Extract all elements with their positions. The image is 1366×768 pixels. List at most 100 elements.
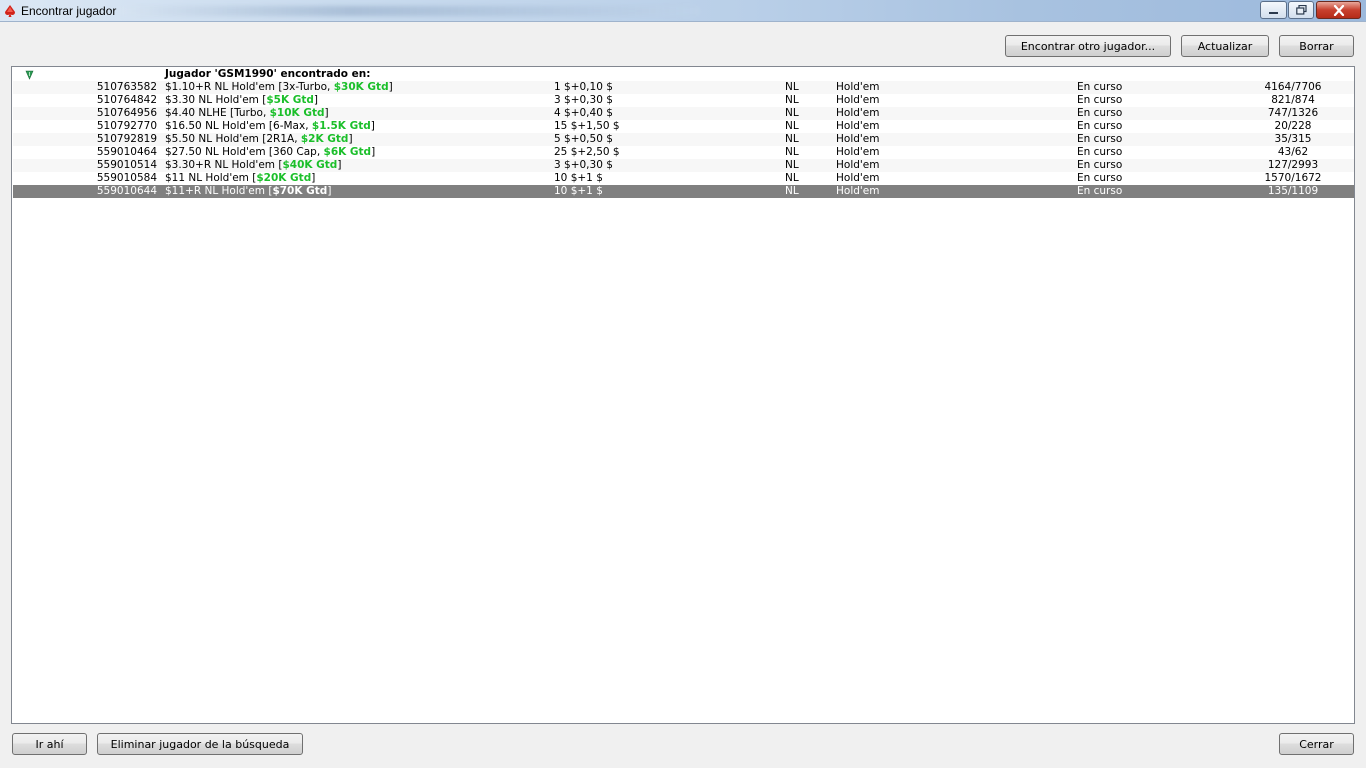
limit-type: NL <box>785 133 799 145</box>
guarantee-amount: $20K Gtd <box>256 172 312 184</box>
tournament-name-text: $11+R NL Hold'em [ <box>165 185 273 197</box>
guarantee-amount: $5K Gtd <box>266 94 314 106</box>
player-count: 127/2993 <box>1267 159 1319 171</box>
table-row[interactable]: 510763582 1 $+0,10 $ NL Hold'em En curso 4164… <box>13 81 1354 94</box>
game-type: Hold'em <box>836 159 880 171</box>
maximize-button[interactable] <box>1288 1 1314 19</box>
table-row[interactable]: 559010464 25 $+2,50 $ NL Hold'em En curso 43/… <box>13 146 1354 159</box>
guarantee-amount: $1.5K Gtd <box>311 120 371 132</box>
collapse-triangle-icon[interactable] <box>25 70 34 80</box>
tournament-name-suffix: ] <box>313 94 319 106</box>
buy-in: 25 $+2,50 $ <box>554 146 620 158</box>
table-row[interactable]: 510764842 3 $+0,30 $ NL Hold'em En curso 821/… <box>13 94 1354 107</box>
table-row[interactable]: 559010644 10 $+1 $ NL Hold'em En curso 135/11… <box>13 185 1354 198</box>
pokerstars-logo-icon <box>5 5 15 17</box>
game-type: Hold'em <box>836 133 880 145</box>
list-header-row[interactable]: Jugador 'GSM1990' encontrado en: <box>13 68 1354 81</box>
limit-type: NL <box>785 81 799 93</box>
player-count: 20/228 <box>1274 120 1312 132</box>
tournament-id: 510764842 <box>96 94 157 106</box>
tournament-status: En curso <box>1077 172 1123 184</box>
guarantee-amount: $30K Gtd <box>333 81 389 93</box>
table-row[interactable]: 559010584 10 $+1 $ NL Hold'em En curso 1570/1… <box>13 172 1354 185</box>
tournament-id: 510763582 <box>96 81 157 93</box>
guarantee-amount: $2K Gtd <box>300 133 349 145</box>
find-other-player-button[interactable]: Encontrar otro jugador... <box>1005 35 1171 57</box>
tournament-name: $27.50 NL Hold'em [360 Cap, $6K Gtd] <box>165 146 375 159</box>
limit-type: NL <box>785 146 799 158</box>
found-tournaments-list[interactable]: Jugador 'GSM1990' encontrado en: 5107635… <box>11 66 1355 724</box>
limit-type: NL <box>785 94 799 106</box>
refresh-button[interactable]: Actualizar <box>1181 35 1269 57</box>
player-count: 1570/1672 <box>1264 172 1322 184</box>
limit-type: NL <box>785 107 799 119</box>
tournament-id: 510792819 <box>96 133 157 145</box>
tournament-name-text: $1.10+R NL Hold'em [3x-Turbo, <box>165 81 334 93</box>
tournament-name: $16.50 NL Hold'em [6-Max, $1.5K Gtd] <box>165 120 375 133</box>
minimize-icon <box>1269 11 1278 14</box>
tournament-id: 559010584 <box>96 172 157 184</box>
buy-in: 10 $+1 $ <box>554 172 603 184</box>
tournament-id: 510792770 <box>96 120 157 132</box>
tournament-name-text: $4.40 NLHE [Turbo, <box>165 107 270 119</box>
player-count: 821/874 <box>1271 94 1315 106</box>
player-count: 747/1326 <box>1267 107 1319 119</box>
tournament-id: 559010464 <box>96 146 157 158</box>
tournament-id: 510764956 <box>96 107 157 119</box>
tournament-status: En curso <box>1077 107 1123 119</box>
remove-player-button[interactable]: Eliminar jugador de la búsqueda <box>97 733 303 755</box>
tournament-name: $3.30 NL Hold'em [$5K Gtd] <box>165 94 318 107</box>
guarantee-amount: $10K Gtd <box>269 107 325 119</box>
tournament-status: En curso <box>1077 133 1123 145</box>
tournament-name-text: $5.50 NL Hold'em [2R1A, <box>165 133 301 145</box>
game-type: Hold'em <box>836 81 880 93</box>
buy-in: 3 $+0,30 $ <box>554 159 613 171</box>
clear-button[interactable]: Borrar <box>1279 35 1354 57</box>
go-there-button[interactable]: Ir ahí <box>12 733 87 755</box>
tournament-name: $1.10+R NL Hold'em [3x-Turbo, $30K Gtd] <box>165 81 393 94</box>
title-bar[interactable]: Encontrar jugador <box>0 0 1366 22</box>
player-count: 35/315 <box>1274 133 1312 145</box>
guarantee-amount: $70K Gtd <box>272 185 328 197</box>
tournament-status: En curso <box>1077 81 1123 93</box>
buy-in: 3 $+0,30 $ <box>554 94 613 106</box>
table-row[interactable]: 510792819 5 $+0,50 $ NL Hold'em En curso 35/3… <box>13 133 1354 146</box>
window-title: Encontrar jugador <box>21 4 117 18</box>
game-type: Hold'em <box>836 146 880 158</box>
tournament-name-suffix: ] <box>370 120 375 132</box>
table-row[interactable]: 559010514 3 $+0,30 $ NL Hold'em En curso 127/… <box>13 159 1354 172</box>
guarantee-amount: $40K Gtd <box>282 159 338 171</box>
buy-in: 5 $+0,50 $ <box>554 133 613 145</box>
buy-in: 15 $+1,50 $ <box>554 120 620 132</box>
game-type: Hold'em <box>836 94 880 106</box>
tournament-name: $5.50 NL Hold'em [2R1A, $2K Gtd] <box>165 133 353 146</box>
table-row[interactable]: 510764956 4 $+0,40 $ NL Hold'em En curso 747/… <box>13 107 1354 120</box>
tournament-name-suffix: ] <box>388 81 393 93</box>
tournament-name-text: $3.30 NL Hold'em [ <box>165 94 267 106</box>
tournament-name: $4.40 NLHE [Turbo, $10K Gtd] <box>165 107 329 120</box>
tournament-name-text: $16.50 NL Hold'em [6-Max, <box>165 120 312 132</box>
buy-in: 1 $+0,10 $ <box>554 81 613 93</box>
tournament-status: En curso <box>1077 159 1123 171</box>
tournament-name-suffix: ] <box>324 107 329 119</box>
tournament-status: En curso <box>1077 94 1123 106</box>
close-button[interactable]: Cerrar <box>1279 733 1354 755</box>
table-row[interactable]: 510792770 15 $+1,50 $ NL Hold'em En curso 20/… <box>13 120 1354 133</box>
limit-type: NL <box>785 172 799 184</box>
player-count: 43/62 <box>1277 146 1309 158</box>
tournament-status: En curso <box>1077 120 1123 132</box>
game-type: Hold'em <box>836 107 880 119</box>
game-type: Hold'em <box>836 172 880 184</box>
tournament-status: En curso <box>1077 146 1123 158</box>
buy-in: 4 $+0,40 $ <box>554 107 613 119</box>
minimize-button[interactable] <box>1260 1 1287 19</box>
tournament-name-text: $27.50 NL Hold'em [360 Cap, <box>165 146 324 158</box>
game-type: Hold'em <box>836 120 880 132</box>
limit-type: NL <box>785 185 799 197</box>
game-type: Hold'em <box>836 185 880 197</box>
tournament-name-suffix: ] <box>371 146 376 158</box>
tournament-name-suffix: ] <box>348 133 353 145</box>
tournament-status: En curso <box>1077 185 1123 197</box>
close-icon <box>1333 4 1344 16</box>
close-window-button[interactable] <box>1316 1 1361 19</box>
